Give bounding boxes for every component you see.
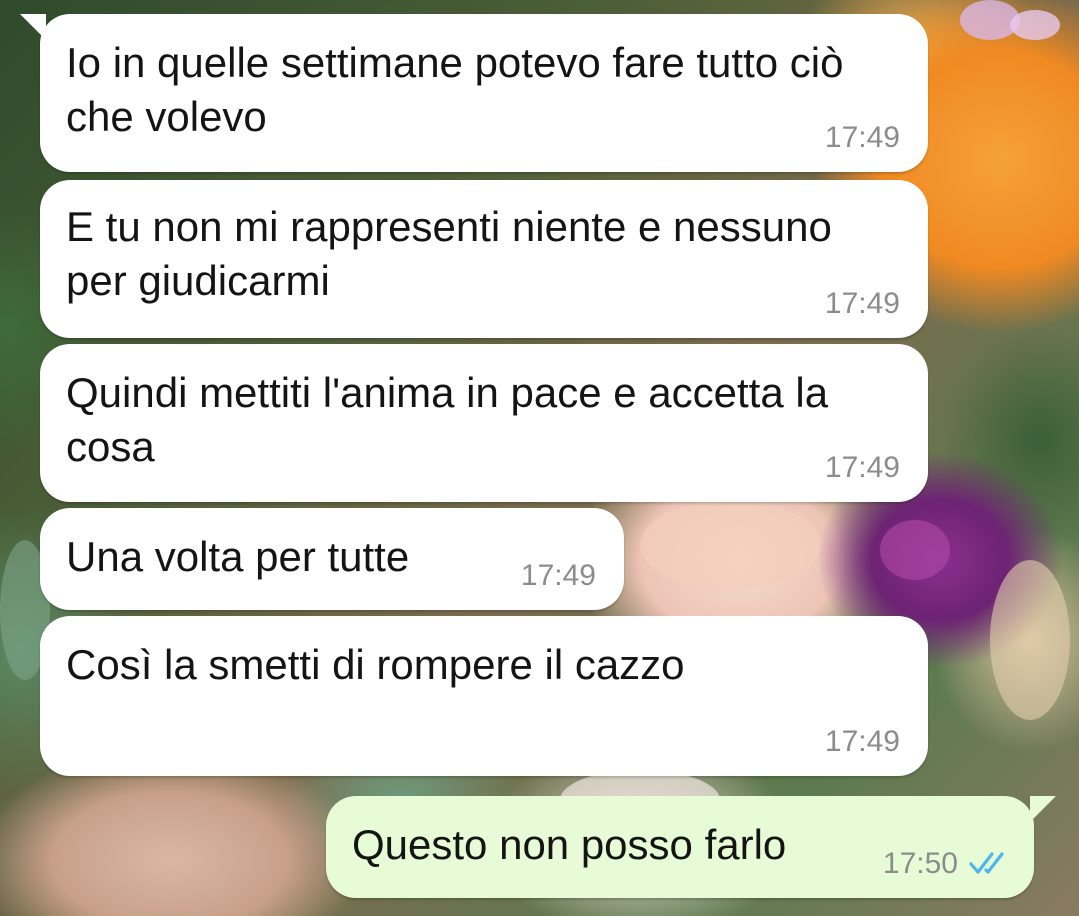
message-timestamp: 17:49 — [824, 451, 900, 484]
message-bubble-outgoing[interactable]: Questo non posso farlo 17:50 — [326, 796, 1056, 898]
message-text: Questo non posso farlo — [352, 821, 787, 868]
double-check-read-icon — [969, 852, 1004, 874]
message-bubble-incoming[interactable]: Io in quelle settimane potevo fare tutto… — [20, 14, 928, 172]
message-bubble-incoming[interactable]: E tu non mi rappresenti niente e nessuno… — [40, 180, 928, 338]
bubble-tail — [20, 14, 46, 40]
message-text: Così la smetti di rompere il cazzo — [66, 641, 685, 688]
message-bubble-incoming[interactable]: Quindi mettiti l'anima in pace e accetta… — [40, 344, 928, 502]
message-timestamp: 17:50 — [882, 847, 958, 880]
bubble-tail — [1030, 796, 1056, 822]
message-timestamp: 17:49 — [824, 121, 900, 154]
conversation: Io in quelle settimane potevo fare tutto… — [0, 0, 1079, 916]
message-text: E tu non mi rappresenti niente e nessuno… — [66, 203, 832, 304]
message-timestamp: 17:49 — [824, 287, 900, 320]
message-timestamp: 17:49 — [520, 559, 596, 592]
message-bubble-incoming[interactable]: Una volta per tutte 17:49 — [40, 508, 624, 610]
message-text: Quindi mettiti l'anima in pace e accetta… — [66, 369, 829, 470]
message-bubble-incoming[interactable]: Così la smetti di rompere il cazzo 17:49 — [40, 616, 928, 776]
message-text: Una volta per tutte — [66, 533, 410, 580]
message-timestamp: 17:49 — [824, 725, 900, 758]
message-text: Io in quelle settimane potevo fare tutto… — [66, 39, 844, 140]
